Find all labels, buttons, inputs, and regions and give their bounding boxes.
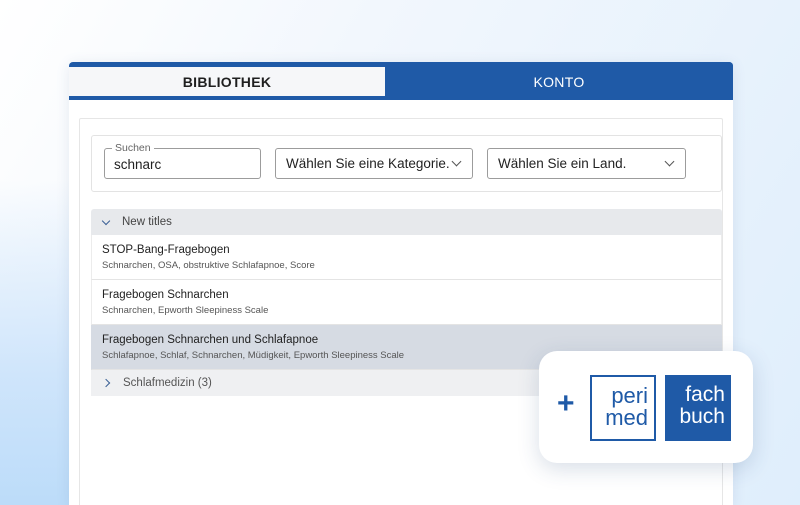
group-schlafmedizin-label: Schlafmedizin (3) (123, 377, 212, 389)
tab-bibliothek[interactable]: BIBLIOTHEK (69, 62, 385, 96)
category-select-text: Wählen Sie eine Kategorie. (286, 156, 450, 171)
perimed-logo: peri med (590, 375, 656, 441)
search-label: Suchen (112, 142, 154, 154)
plus-icon: + (557, 387, 575, 420)
item-tags: Schnarchen, OSA, obstruktive Schlafapnoe… (102, 260, 315, 271)
chevron-right-icon (101, 378, 111, 388)
group-new-titles-label: New titles (122, 216, 172, 228)
fachbuch-logo-line1: fach (685, 383, 725, 406)
chevron-down-icon (101, 216, 111, 225)
list-item[interactable]: Fragebogen Schnarchen Schnarchen, Epwort… (91, 280, 722, 325)
item-title: Fragebogen Schnarchen und Schlafapnoe (102, 334, 319, 346)
search-field[interactable]: Suchen schnarc (104, 142, 261, 179)
group-new-titles[interactable]: New titles (91, 209, 722, 235)
search-input-value[interactable]: schnarc (114, 157, 161, 172)
country-select-text: Wählen Sie ein Land. (498, 156, 627, 171)
country-select[interactable]: Wählen Sie ein Land. (487, 148, 686, 179)
fachbuch-logo: fach buch (665, 375, 731, 441)
perimed-logo-line2: med (605, 405, 648, 430)
item-tags: Schnarchen, Epworth Sleepiness Scale (102, 305, 269, 316)
chevron-down-icon (664, 156, 675, 167)
partner-logo-card: + peri med fach buch (539, 351, 753, 463)
chevron-down-icon (451, 156, 462, 167)
fachbuch-logo-line2: buch (679, 405, 725, 428)
category-select[interactable]: Wählen Sie eine Kategorie. (275, 148, 473, 179)
item-title: STOP-Bang-Fragebogen (102, 244, 230, 256)
perimed-logo-line1: peri (611, 383, 648, 408)
list-item[interactable]: STOP-Bang-Fragebogen Schnarchen, OSA, ob… (91, 235, 722, 280)
tab-konto[interactable]: KONTO (385, 62, 733, 96)
tab-underline (69, 96, 733, 100)
filter-bar: Suchen schnarc Wählen Sie eine Kategorie… (91, 135, 722, 192)
item-title: Fragebogen Schnarchen (102, 289, 229, 301)
tab-bar: BIBLIOTHEK KONTO (69, 62, 733, 96)
